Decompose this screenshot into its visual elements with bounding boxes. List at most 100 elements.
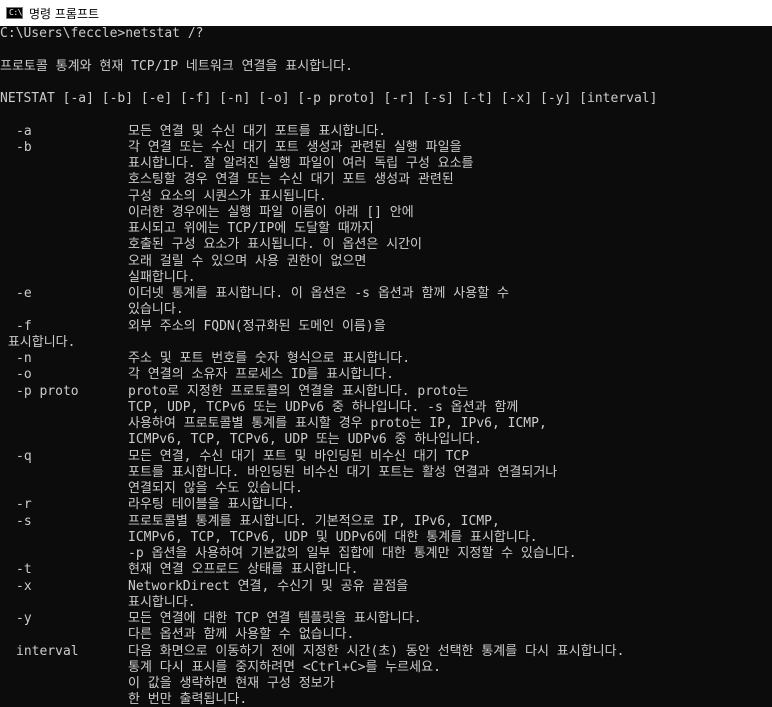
option-description: 이러한 경우에는 실행 파일 이름이 아래 [] 안에	[128, 204, 414, 220]
option-description: 표시되고 위에는 TCP/IP에 도달할 때까지	[128, 221, 374, 236]
option-description: 연결되지 않을 수도 있습니다.	[128, 481, 303, 496]
option-description: 다음 화면으로 이동하기 전에 지정한 시간(초) 동안 선택한 통계를 다시 …	[128, 643, 625, 659]
option-description: -p 옵션을 사용하여 기본값의 일부 집합에 대한 통계만 지정할 수 있습니…	[128, 546, 577, 561]
console-line: -x NetworkDirect 연결, 수신기 및 공유 끝점을	[0, 579, 772, 595]
option-description: ICMPv6, TCP, TCPv6, UDP 및 UDPv6에 대한 통계를 …	[128, 529, 538, 545]
console-line: 표시합니다. 잘 알려진 실행 파일이 여러 독립 구성 요소를	[0, 156, 772, 172]
console-line: 한 번만 출력됩니다.	[0, 692, 772, 707]
option-flag: interval	[16, 643, 79, 659]
option-description: 외부 주소의 FQDN(정규화된 도메인 이름)을	[128, 318, 386, 334]
option-description: 호스팅할 경우 연결 또는 수신 대기 포트 생성과 관련된	[128, 172, 454, 188]
console-line: -r 라우팅 테이블을 표시합니다.	[0, 497, 772, 513]
cmd-icon: C:\	[6, 7, 23, 19]
console-line: NETSTAT [-a] [-b] [-e] [-f] [-n] [-o] [-…	[0, 91, 772, 107]
console-line: 호출된 구성 요소가 표시됩니다. 이 옵션은 시간이	[0, 237, 772, 253]
cmd-icon-glyph: C:\	[9, 8, 22, 17]
console-line: 다른 옵션과 함께 사용할 수 없습니다.	[0, 627, 772, 643]
console-line: -p proto proto로 지정한 프로토콜의 연결을 표시합니다. prot…	[0, 384, 772, 400]
option-flag: -r	[16, 497, 32, 513]
option-flag: -s	[16, 513, 32, 529]
option-description: 사용하여 프로토콜별 통계를 표시할 경우 proto는 IP, IPv6, I…	[128, 416, 547, 431]
console-line: -a 모든 연결 및 수신 대기 포트를 표시합니다.	[0, 124, 772, 140]
option-flag: -q	[16, 448, 32, 464]
option-description: 주소 및 포트 번호를 숫자 형식으로 표시합니다.	[128, 351, 411, 366]
option-description: 오래 걸릴 수 있으며 사용 권한이 없으면	[128, 253, 367, 269]
console-line: 실패합니다.	[0, 270, 772, 286]
option-flag: -y	[16, 611, 32, 626]
command-prompt-input: C:\Users\feccle>netstat /?	[0, 26, 204, 41]
option-description: 구성 요소의 시퀀스가 표시됩니다.	[128, 188, 327, 204]
console-output[interactable]: C:\Users\feccle>netstat /? 프로토콜 통계와 현재 TC…	[0, 26, 772, 707]
console-line: 구성 요소의 시퀀스가 표시됩니다.	[0, 189, 772, 205]
console-line: 사용하여 프로토콜별 통계를 표시할 경우 proto는 IP, IPv6, I…	[0, 416, 772, 432]
console-line: -y 모든 연결에 대한 TCP 연결 템플릿을 표시합니다.	[0, 611, 772, 627]
option-description: 통계 다시 표시를 중지하려면 <Ctrl+C>를 누르세요.	[128, 659, 441, 675]
option-flag: -a	[16, 123, 32, 139]
console-line: -b 각 연결 또는 수신 대기 포트 생성과 관련된 실행 파일을	[0, 140, 772, 156]
console-line: 있습니다.	[0, 302, 772, 318]
console-line: -q 모든 연결, 수신 대기 포트 및 바인딩된 비수신 대기 TCP	[0, 449, 772, 465]
console-line: -p 옵션을 사용하여 기본값의 일부 집합에 대한 통계만 지정할 수 있습니…	[0, 546, 772, 562]
console-line: -o 각 연결의 소유자 프로세스 ID를 표시합니다.	[0, 367, 772, 383]
window-title: 명령 프롬프트	[29, 6, 100, 21]
console-line: ICMPv6, TCP, TCPv6, UDP 및 UDPv6에 대한 통계를 …	[0, 530, 772, 546]
console-line: 이 값을 생략하면 현재 구성 정보가	[0, 676, 772, 692]
option-description: 이 값을 생략하면 현재 구성 정보가	[128, 676, 335, 691]
option-flag: -n	[16, 351, 32, 366]
console-line: 표시되고 위에는 TCP/IP에 도달할 때까지	[0, 221, 772, 237]
option-flag: -e	[16, 286, 32, 301]
console-line: 프로토콜 통계와 현재 TCP/IP 네트워크 연결을 표시합니다.	[0, 59, 772, 75]
option-description: 호출된 구성 요소가 표시됩니다. 이 옵션은 시간이	[128, 237, 422, 253]
option-description: 있습니다.	[128, 302, 184, 318]
console-line: -t 현재 연결 오프로드 상태를 표시합니다.	[0, 562, 772, 578]
console-line: ICMPv6, TCP, TCPv6, UDP 또는 UDPv6 중 하나입니다…	[0, 432, 772, 448]
option-description: 다른 옵션과 함께 사용할 수 없습니다.	[128, 627, 355, 643]
console-line: interval 다음 화면으로 이동하기 전에 지정한 시간(초) 동안 선택한…	[0, 644, 772, 660]
command-prompt-window: C:\ 명령 프롬프트 C:\Users\feccle>netstat /? 프로…	[0, 0, 772, 707]
console-line: -e 이더넷 통계를 표시합니다. 이 옵션은 -s 옵션과 함께 사용할 수	[0, 286, 772, 302]
option-description: 각 연결의 소유자 프로세스 ID를 표시합니다.	[128, 367, 394, 383]
option-flag: -p proto	[16, 383, 79, 399]
option-flag: -x	[16, 578, 32, 594]
option-description: 모든 연결, 수신 대기 포트 및 바인딩된 비수신 대기 TCP	[128, 448, 469, 464]
option-description: 각 연결 또는 수신 대기 포트 생성과 관련된 실행 파일을	[128, 139, 462, 155]
option-description: 라우팅 테이블을 표시합니다.	[128, 497, 296, 513]
option-description: 한 번만 출력됩니다.	[128, 692, 248, 707]
option-description: proto로 지정한 프로토콜의 연결을 표시합니다. proto는	[128, 383, 469, 399]
console-text: 표시합니다.	[0, 334, 76, 350]
console-line: 표시합니다.	[0, 335, 772, 351]
option-description: TCP, UDP, TCPv6 또는 UDPv6 중 하나입니다. -s 옵션과…	[128, 399, 519, 415]
console-line: 포트를 표시합니다. 바인딩된 비수신 대기 포트는 활성 연결과 연결되거나	[0, 465, 772, 481]
option-description: 표시합니다.	[128, 594, 196, 610]
option-description: 이더넷 통계를 표시합니다. 이 옵션은 -s 옵션과 함께 사용할 수	[128, 286, 509, 301]
option-description: 현재 연결 오프로드 상태를 표시합니다.	[128, 562, 359, 578]
option-description: 표시합니다. 잘 알려진 실행 파일이 여러 독립 구성 요소를	[128, 156, 474, 171]
console-line: TCP, UDP, TCPv6 또는 UDPv6 중 하나입니다. -s 옵션과…	[0, 400, 772, 416]
option-flag: -b	[16, 139, 32, 155]
console-line: -f 외부 주소의 FQDN(정규화된 도메인 이름)을	[0, 319, 772, 335]
option-flag: -o	[16, 367, 32, 383]
option-description: ICMPv6, TCP, TCPv6, UDP 또는 UDPv6 중 하나입니다…	[128, 432, 482, 448]
console-line: 통계 다시 표시를 중지하려면 <Ctrl+C>를 누르세요.	[0, 660, 772, 676]
console-line: 표시합니다.	[0, 595, 772, 611]
option-description: NetworkDirect 연결, 수신기 및 공유 끝점을	[128, 578, 409, 594]
option-description: 포트를 표시합니다. 바인딩된 비수신 대기 포트는 활성 연결과 연결되거나	[128, 464, 558, 480]
option-description: 모든 연결에 대한 TCP 연결 템플릿을 표시합니다.	[128, 611, 422, 626]
console-line: -n 주소 및 포트 번호를 숫자 형식으로 표시합니다.	[0, 351, 772, 367]
console-line: 이러한 경우에는 실행 파일 이름이 아래 [] 안에	[0, 205, 772, 221]
console-line: 호스팅할 경우 연결 또는 수신 대기 포트 생성과 관련된	[0, 172, 772, 188]
option-flag: -f	[16, 318, 32, 334]
title-bar[interactable]: C:\ 명령 프롬프트	[0, 0, 772, 26]
console-line: 오래 걸릴 수 있으며 사용 권한이 없으면	[0, 254, 772, 270]
option-description: 모든 연결 및 수신 대기 포트를 표시합니다.	[128, 123, 387, 139]
option-description: 실패합니다.	[128, 269, 196, 285]
console-line: C:\Users\feccle>netstat /?	[0, 26, 772, 42]
option-description: 프로토콜별 통계를 표시합니다. 기본적으로 IP, IPv6, ICMP,	[128, 513, 500, 529]
console-text: NETSTAT [-a] [-b] [-e] [-f] [-n] [-o] [-…	[0, 91, 658, 106]
console-line: 연결되지 않을 수도 있습니다.	[0, 481, 772, 497]
console-text: 프로토콜 통계와 현재 TCP/IP 네트워크 연결을 표시합니다.	[0, 58, 353, 74]
option-flag: -t	[16, 562, 32, 578]
